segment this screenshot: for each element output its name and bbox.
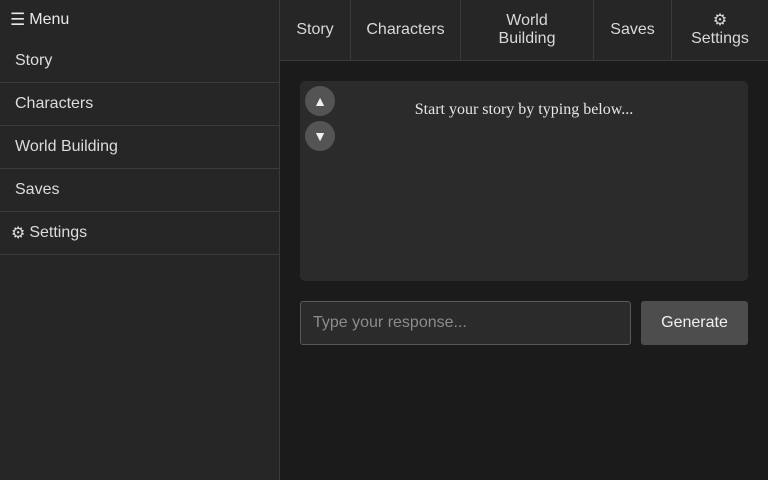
generate-button[interactable]: Generate	[641, 301, 748, 345]
tab-settings[interactable]: ⚙ Settings	[672, 0, 768, 60]
arrow-down-icon: ▼	[313, 128, 327, 144]
tab-label: Characters	[366, 21, 445, 38]
sidebar-item-label: Saves	[15, 181, 60, 198]
sidebar: ☰ Menu Story Characters World Building S…	[0, 0, 280, 480]
tab-label-world: World	[506, 12, 548, 29]
sidebar-item-characters[interactable]: Characters	[0, 83, 279, 126]
menu-label: Menu	[29, 11, 70, 28]
tab-label: Settings	[691, 30, 749, 47]
sidebar-item-world-building[interactable]: World Building	[0, 126, 279, 169]
sidebar-item-label: Story	[15, 52, 53, 69]
tab-bar: Story Characters World Building Saves ⚙ …	[280, 0, 768, 61]
sidebar-item-story[interactable]: Story	[0, 40, 279, 83]
sidebar-item-saves[interactable]: Saves	[0, 169, 279, 212]
tab-label-line1: World	[506, 12, 548, 30]
sidebar-item-settings[interactable]: ⚙ Settings	[0, 212, 279, 255]
gear-icon: ⚙	[11, 225, 26, 242]
tab-saves[interactable]: Saves	[594, 0, 672, 60]
tab-characters[interactable]: Characters	[351, 0, 461, 60]
story-placeholder-text: Start your story by typing below...	[414, 101, 634, 118]
gear-icon: ⚙	[712, 12, 728, 29]
sidebar-item-label: World Building	[15, 138, 118, 155]
response-input[interactable]	[300, 301, 631, 345]
sidebar-item-label: Characters	[15, 95, 94, 112]
tab-label: Saves	[610, 21, 655, 38]
hamburger-icon: ☰	[10, 10, 26, 29]
sidebar-item-label: Settings	[29, 224, 88, 241]
scroll-down-button[interactable]: ▼	[305, 121, 335, 151]
tab-story[interactable]: Story	[280, 0, 351, 60]
story-panel[interactable]: ▲ ▼ Start your story by typing below...	[300, 81, 748, 281]
tab-world-building[interactable]: World Building	[461, 0, 594, 60]
tab-label: Story	[296, 21, 334, 38]
tab-label: Building	[498, 30, 556, 47]
menu-header[interactable]: ☰ Menu	[0, 0, 279, 40]
